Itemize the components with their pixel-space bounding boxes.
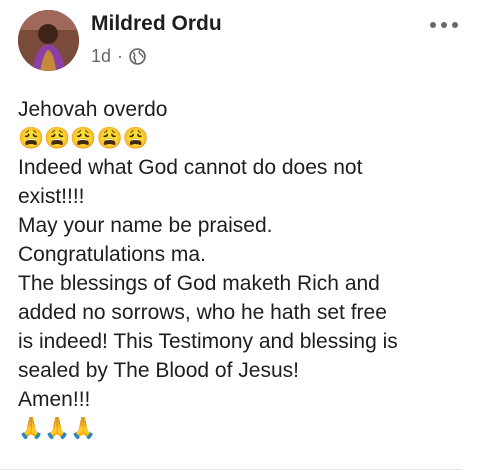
- weary-face-emoji-row: 😩😩😩😩😩: [18, 127, 149, 150]
- post-line: The blessings of God maketh Rich and: [18, 272, 380, 295]
- post-meta: 1d ·: [91, 46, 146, 67]
- post-time[interactable]: 1d: [91, 46, 111, 67]
- post-line: May your name be praised.: [18, 214, 273, 237]
- author-name[interactable]: Mildred Ordu: [91, 12, 222, 36]
- post-line: Amen!!!: [18, 388, 91, 411]
- post-line: Jehovah overdo: [18, 98, 168, 121]
- post-header: Mildred Ordu 1d ·: [0, 0, 480, 88]
- post-line: Indeed what God cannot do does not: [18, 156, 363, 179]
- author-avatar[interactable]: [18, 10, 79, 71]
- more-horizontal-icon[interactable]: [430, 18, 458, 32]
- post-line: exist!!!!: [18, 185, 85, 208]
- post-line: is indeed! This Testimony and blessing i…: [18, 330, 398, 353]
- avatar-photo: [18, 10, 79, 71]
- praying-hands-emoji-row: 🙏🙏🙏: [18, 417, 97, 440]
- more-dot: [430, 22, 436, 28]
- post-line: sealed by The Blood of Jesus!: [18, 359, 299, 382]
- post-line: added no sorrows, who he hath set free: [18, 301, 387, 324]
- post-line: Congratulations ma.: [18, 243, 206, 266]
- more-dot: [452, 22, 458, 28]
- meta-separator: ·: [117, 46, 124, 66]
- more-dot: [441, 22, 447, 28]
- post-body: Jehovah overdo 😩😩😩😩😩 Indeed what God can…: [18, 95, 468, 443]
- post-divider: [0, 469, 462, 470]
- globe-icon: [129, 48, 146, 65]
